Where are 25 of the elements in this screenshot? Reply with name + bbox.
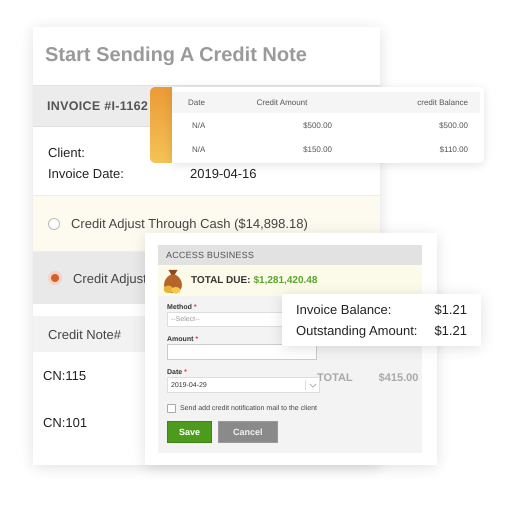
field-label: Client: <box>48 145 86 160</box>
column-header: credit Balance <box>416 98 469 107</box>
column-header: Date <box>187 98 206 107</box>
page-title: Start Sending A Credit Note <box>44 43 308 68</box>
total-amount: $1,281,420.48 <box>253 275 318 286</box>
column-header: Credit Amount <box>256 98 308 107</box>
total-label: TOTAL DUE: <box>191 275 250 286</box>
table-cell-text: $500.00 <box>302 120 332 130</box>
total-label: TOTAL <box>317 372 353 384</box>
table-cell-text: $500.00 <box>438 120 469 130</box>
balance-value: $1.21 <box>434 302 467 317</box>
table-cell-text: N/A <box>191 144 206 154</box>
table-cell-text: $150.00 <box>302 144 332 154</box>
table-cell: CN:115 <box>43 368 86 383</box>
table-cell-text: $110.00 <box>438 144 469 154</box>
field-value: 2019-04-16 <box>190 166 256 181</box>
option-label: Credit Adjust Through Cash ($14,898.18) <box>71 216 308 231</box>
column-header: Credit Note# <box>48 326 121 342</box>
panel-title: ACCESS BUSINESS <box>166 250 254 260</box>
invoice-number: INVOICE #I-1162 <box>47 99 148 113</box>
total-amount: $415.00 <box>378 372 418 384</box>
balance-value: $1.21 <box>434 323 467 338</box>
table-cell-text: N/A <box>191 120 206 130</box>
table-cell: CN:101 <box>43 415 88 430</box>
field-label: Invoice Date: <box>48 166 125 181</box>
